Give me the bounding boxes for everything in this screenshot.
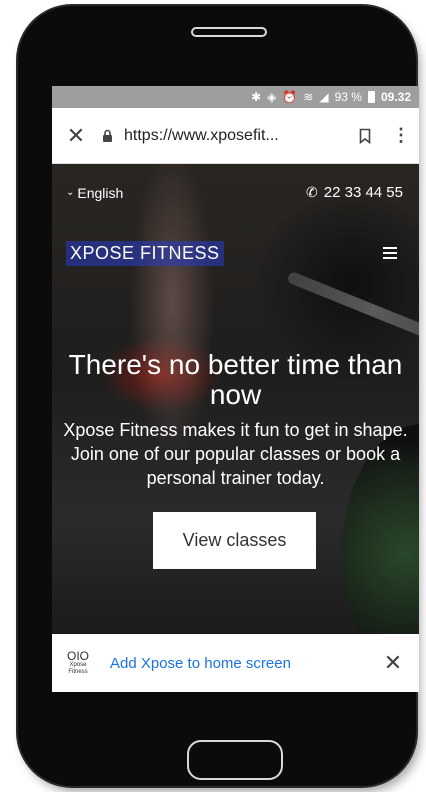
language-selector[interactable]: ⌄ English <box>66 184 123 201</box>
add-to-home-label[interactable]: Add Xpose to home screen <box>110 655 381 672</box>
status-bar: ✱ ◈ ⏰ ≋ ◢ 93 % 09.32 <box>52 86 419 108</box>
brand-logo[interactable]: XPOSE FITNESS <box>66 240 224 266</box>
url-field[interactable]: https://www.xposefit... <box>124 127 347 145</box>
lock-icon[interactable] <box>100 129 114 143</box>
clock: 09.32 <box>380 90 411 104</box>
language-label: English <box>77 184 124 201</box>
phone-screen: ✱ ◈ ⏰ ≋ ◢ 93 % 09.32 ✕ https://www.xpose… <box>52 86 419 692</box>
home-button[interactable] <box>187 740 283 780</box>
site-nav: XPOSE FITNESS <box>52 238 419 268</box>
alarm-icon: ⏰ <box>282 90 298 104</box>
app-logo: OIO Xpose Fitness <box>60 650 96 676</box>
chevron-down-icon: ⌄ <box>66 187 75 198</box>
battery-icon <box>367 91 375 103</box>
dumbbell-icon: OIO <box>66 649 89 663</box>
bookmark-icon[interactable] <box>347 128 383 144</box>
hero-subtext: Xpose Fitness makes it fun to get in sha… <box>63 420 408 488</box>
signal-icon: ◢ <box>319 90 329 104</box>
browser-toolbar: ✕ https://www.xposefit... ⋮ <box>52 108 419 164</box>
close-icon[interactable]: ✕ <box>381 650 405 676</box>
add-to-home-banner[interactable]: OIO Xpose Fitness Add Xpose to home scre… <box>52 634 419 692</box>
vibrate-icon: ◈ <box>267 90 277 104</box>
top-info-bar: ⌄ English ✆ 22 33 44 55 <box>52 184 419 201</box>
close-icon[interactable]: ✕ <box>52 124 100 147</box>
phone-link[interactable]: ✆ 22 33 44 55 <box>306 184 403 201</box>
more-vert-icon[interactable]: ⋮ <box>383 125 419 146</box>
phone-icon: ✆ <box>306 184 318 200</box>
phone-number: 22 33 44 55 <box>323 184 403 201</box>
hero-headline: There's no better time than now <box>68 349 403 410</box>
phone-speaker <box>191 27 267 37</box>
bluetooth-icon: ✱ <box>251 90 262 104</box>
battery-percent: 93 % <box>334 90 362 104</box>
wifi-icon: ≋ <box>303 90 314 104</box>
phone-frame: ✱ ◈ ⏰ ≋ ◢ 93 % 09.32 ✕ https://www.xpose… <box>18 6 419 786</box>
view-classes-button[interactable]: View classes <box>153 512 316 569</box>
app-logo-text: Xpose Fitness <box>68 662 88 675</box>
menu-icon[interactable] <box>383 247 397 259</box>
